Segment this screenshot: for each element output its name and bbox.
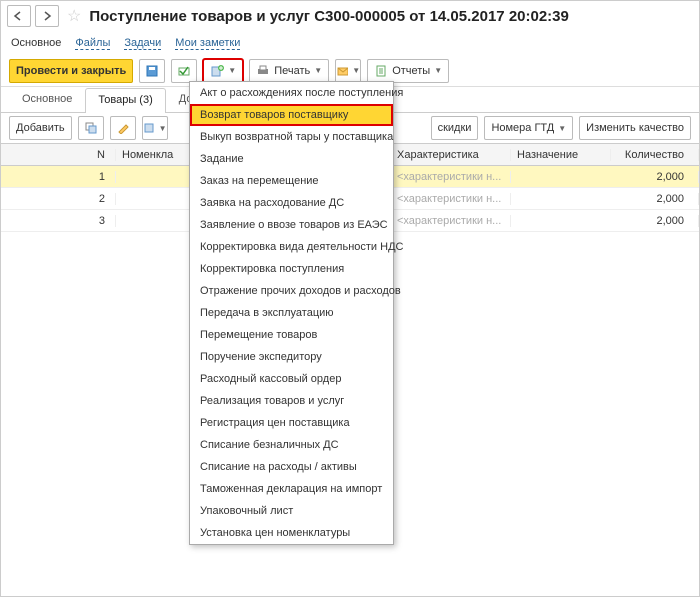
forward-button[interactable] bbox=[35, 5, 59, 27]
favorite-icon[interactable]: ☆ bbox=[67, 6, 81, 26]
add-row-button[interactable]: Добавить bbox=[9, 116, 72, 140]
post-button[interactable] bbox=[171, 59, 197, 83]
cell-char: <характеристики н... bbox=[391, 215, 511, 227]
menu-item[interactable]: Передача в эксплуатацию bbox=[190, 302, 393, 324]
save-button[interactable] bbox=[139, 59, 165, 83]
menu-item[interactable]: Выкуп возвратной тары у поставщика bbox=[190, 126, 393, 148]
fill-button[interactable]: ▼ bbox=[142, 116, 168, 140]
link-bar: Основное Файлы Задачи Мои заметки bbox=[1, 31, 699, 55]
menu-item[interactable]: Реализация товаров и услуг bbox=[190, 390, 393, 412]
back-button[interactable] bbox=[7, 5, 31, 27]
cell-qty: 2,000 bbox=[611, 193, 699, 205]
menu-item[interactable]: Заявка на расходование ДС bbox=[190, 192, 393, 214]
menu-item[interactable]: Задание bbox=[190, 148, 393, 170]
cell-n: 3 bbox=[1, 215, 116, 227]
cell-qty: 2,000 bbox=[611, 171, 699, 183]
menu-item[interactable]: Списание на расходы / активы bbox=[190, 456, 393, 478]
menu-item[interactable]: Таможенная декларация на импорт bbox=[190, 478, 393, 500]
cell-char: <характеристики н... bbox=[391, 171, 511, 183]
cell-char: <характеристики н... bbox=[391, 193, 511, 205]
menu-item[interactable]: Расходный кассовый ордер bbox=[190, 368, 393, 390]
link-tasks[interactable]: Задачи bbox=[124, 37, 161, 50]
col-header-characteristic[interactable]: Характеристика bbox=[391, 149, 511, 161]
edit-row-button[interactable] bbox=[110, 116, 136, 140]
menu-item[interactable]: Списание безналичных ДС bbox=[190, 434, 393, 456]
menu-item[interactable]: Регистрация цен поставщика bbox=[190, 412, 393, 434]
menu-item[interactable]: Корректировка поступления bbox=[190, 258, 393, 280]
menu-item[interactable]: Отражение прочих доходов и расходов bbox=[190, 280, 393, 302]
link-files[interactable]: Файлы bbox=[75, 37, 110, 50]
menu-item[interactable]: Установка цен номенклатуры bbox=[190, 522, 393, 544]
link-notes[interactable]: Мои заметки bbox=[175, 37, 240, 50]
menu-item[interactable]: Акт о расхождениях после поступления bbox=[190, 82, 393, 104]
menu-item[interactable]: Возврат товаров поставщику bbox=[190, 104, 393, 126]
menu-item[interactable]: Перемещение товаров bbox=[190, 324, 393, 346]
cell-n: 1 bbox=[1, 171, 116, 183]
menu-item[interactable]: Заявление о ввозе товаров из ЕАЭС bbox=[190, 214, 393, 236]
menu-item[interactable]: Заказ на перемещение bbox=[190, 170, 393, 192]
create-based-on-menu: Акт о расхождениях после поступленияВозв… bbox=[189, 81, 394, 545]
gtd-button[interactable]: Номера ГТД▼ bbox=[484, 116, 573, 140]
change-quality-button[interactable]: Изменить качество bbox=[579, 116, 691, 140]
page-title: Поступление товаров и услуг С300-000005 … bbox=[89, 8, 569, 25]
menu-item[interactable]: Упаковочный лист bbox=[190, 500, 393, 522]
col-header-n[interactable]: N bbox=[1, 149, 116, 161]
post-and-close-button[interactable]: Провести и закрыть bbox=[9, 59, 133, 83]
cell-qty: 2,000 bbox=[611, 215, 699, 227]
discounts-button[interactable]: скидки bbox=[431, 116, 479, 140]
copy-row-button[interactable] bbox=[78, 116, 104, 140]
menu-item[interactable]: Поручение экспедитору bbox=[190, 346, 393, 368]
col-header-nomenclature[interactable]: Номенкла bbox=[116, 149, 191, 161]
tab-goods[interactable]: Товары (3) bbox=[85, 88, 165, 113]
col-header-qty[interactable]: Количество bbox=[611, 149, 699, 161]
create-based-on-button[interactable]: ▼ bbox=[203, 59, 243, 83]
cell-n: 2 bbox=[1, 193, 116, 205]
tab-main[interactable]: Основное bbox=[9, 87, 85, 112]
email-button[interactable]: ▼ bbox=[335, 59, 361, 83]
col-header-naznachenie[interactable]: Назначение bbox=[511, 149, 611, 161]
menu-item[interactable]: Корректировка вида деятельности НДС bbox=[190, 236, 393, 258]
print-button[interactable]: Печать▼ bbox=[249, 59, 329, 83]
link-main[interactable]: Основное bbox=[11, 37, 61, 49]
reports-button[interactable]: Отчеты▼ bbox=[367, 59, 449, 83]
